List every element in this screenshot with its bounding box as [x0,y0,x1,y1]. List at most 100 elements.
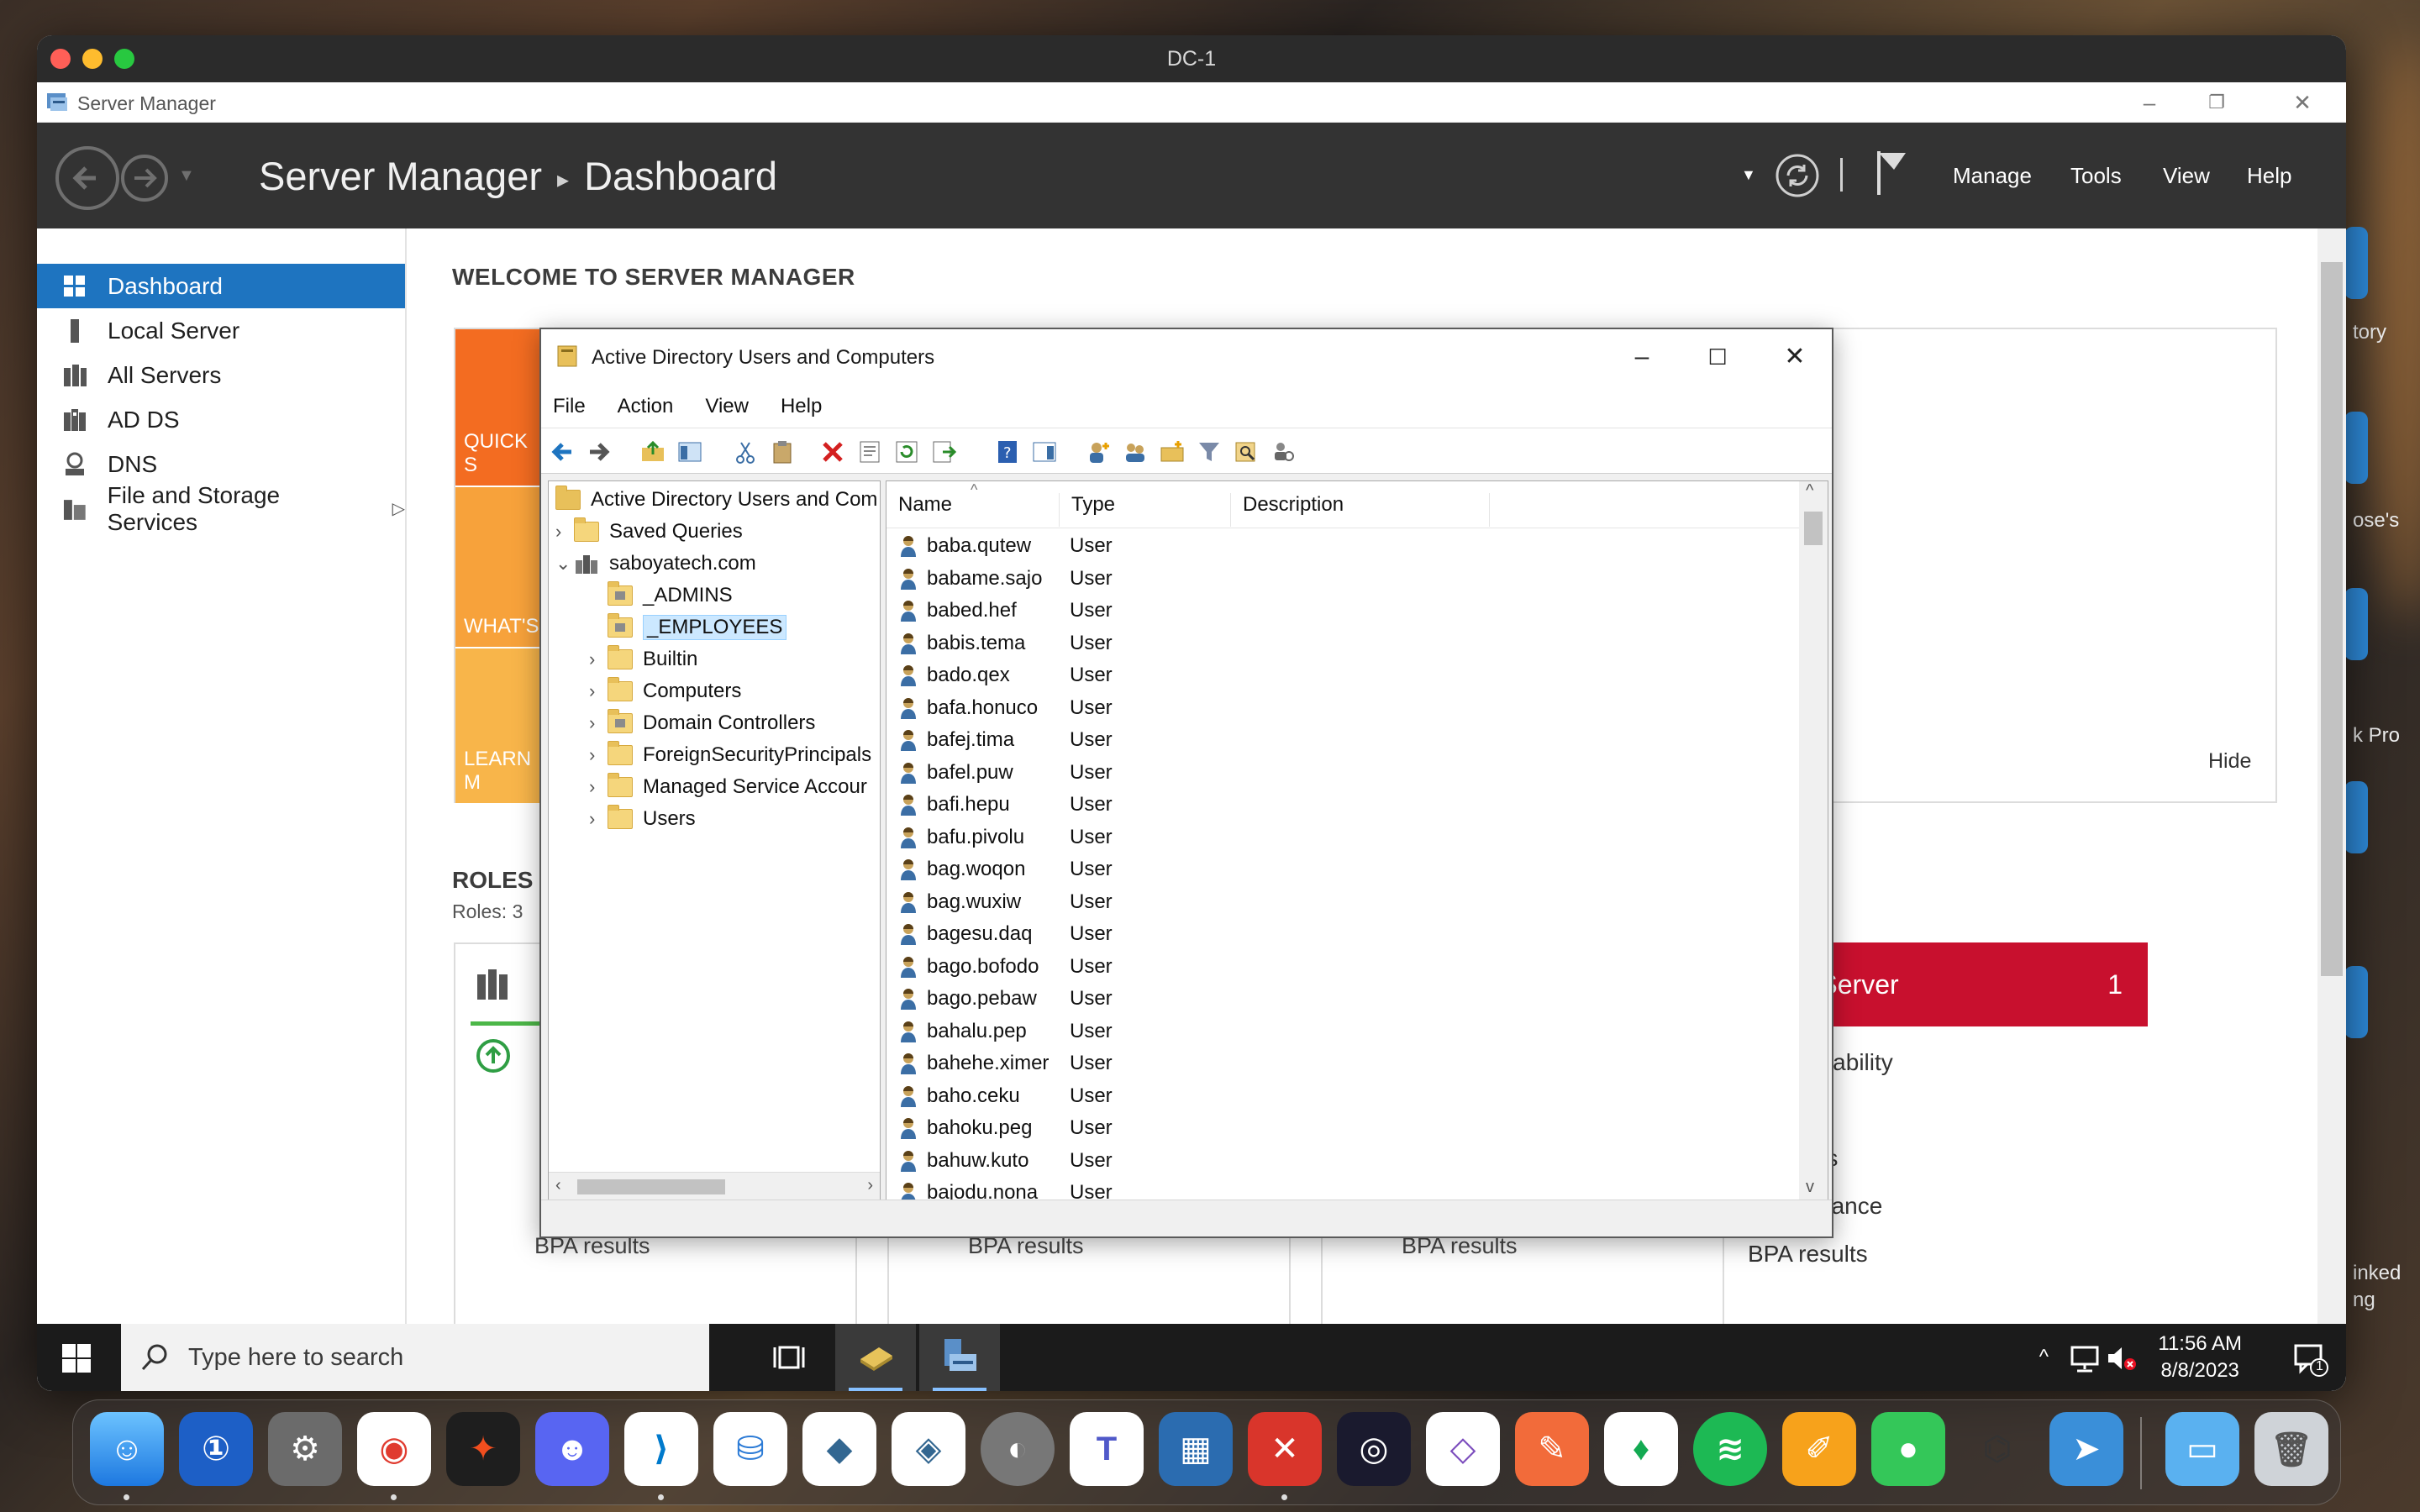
properties-icon[interactable] [857,439,882,465]
show-action-pane-icon[interactable] [1032,439,1057,465]
pages-icon[interactable]: ✐ [1782,1412,1856,1486]
chrome-icon[interactable]: ◉ [357,1412,431,1486]
new-group-icon[interactable] [1123,439,1148,465]
postgres-icon[interactable]: ◆ [802,1412,876,1486]
table-row[interactable]: babis.tema User [886,627,1238,659]
menu-view[interactable]: View [705,395,749,418]
chevron-right-icon[interactable]: › [589,680,608,702]
menu-help[interactable]: Help [781,395,822,418]
remote-desktop-icon[interactable]: ✕ [1248,1412,1322,1486]
chevron-right-icon[interactable]: › [589,776,608,798]
show-console-tree-icon[interactable] [677,439,702,465]
action-center-button[interactable]: 1 [2292,1341,2329,1378]
whats-new-tile[interactable]: WHAT'S [455,487,539,647]
tree-item-saved-queries[interactable]: › Saved Queries [555,517,743,547]
swift-app-icon[interactable]: ➤ [2049,1412,2123,1486]
list-vertical-scrollbar[interactable]: ^ v [1799,481,1828,1200]
sm-restore-button[interactable]: ❐ [2191,87,2242,118]
cut-icon[interactable] [733,439,758,465]
menu-help[interactable]: Help [2247,163,2291,189]
notifications-flag-icon[interactable] [1874,148,1911,198]
sidebar-item-dashboard[interactable]: Dashboard [37,264,405,308]
sm-close-button[interactable]: ✕ [2277,87,2328,118]
filter-icon[interactable] [1197,439,1222,465]
pgadmin-icon[interactable]: ◈ [892,1412,965,1486]
add-to-group-icon[interactable] [1270,439,1296,465]
tree-item-domain[interactable]: ⌄ saboyatech.com [555,549,756,579]
delete-icon[interactable] [820,439,845,465]
aduc-maximize-button[interactable]: ☐ [1684,338,1751,376]
table-row[interactable]: bahuw.kuto User [886,1145,1238,1177]
scroll-down-arrow-icon[interactable]: v [1806,1178,1814,1197]
taskbar-server-manager-app[interactable] [919,1324,1000,1391]
tree-item-admins[interactable]: _ADMINS [589,580,733,611]
breadcrumb-root[interactable]: Server Manager [259,154,542,198]
teams-icon[interactable]: T [1070,1412,1144,1486]
aduc-close-button[interactable]: ✕ [1761,338,1828,376]
tree-item-foreign-security-principals[interactable]: › ForeignSecurityPrincipals [589,740,871,770]
table-row[interactable]: bago.bofodo User [886,951,1238,983]
obs-icon[interactable]: ◎ [1337,1412,1411,1486]
show-hidden-icons-chevron-icon[interactable]: ^ [2039,1346,2049,1369]
tree-item-domain-controllers[interactable]: › Domain Controllers [589,708,815,738]
chevron-right-icon[interactable]: › [589,648,608,670]
table-row[interactable]: baba.qutew User [886,530,1238,562]
table-row[interactable]: bagesu.daq User [886,918,1238,950]
messages-icon[interactable]: ● [1871,1412,1945,1486]
table-row[interactable]: bafi.hepu User [886,789,1238,821]
refresh-icon[interactable] [894,439,919,465]
menu-file[interactable]: File [553,395,586,418]
ssh-tunnel-app-icon[interactable]: ⌬ [1960,1412,2034,1486]
task-view-button[interactable] [748,1324,829,1391]
column-header-description[interactable]: Description [1231,493,1490,527]
table-row[interactable]: bado.qex User [886,659,1238,691]
taskbar-clock[interactable]: 11:56 AM 8/8/2023 [2158,1331,2242,1384]
table-row[interactable]: baho.ceku User [886,1080,1238,1112]
table-row[interactable]: bag.woqon User [886,853,1238,885]
sidebar-item-local-server[interactable]: Local Server [37,308,405,353]
network-icon[interactable] [2069,1344,2101,1373]
sidebar-item-ad-ds[interactable]: AD DS [37,397,405,442]
pencil-app-icon[interactable]: ✎ [1515,1412,1589,1486]
find-icon[interactable] [1234,439,1259,465]
table-row[interactable]: bafa.honuco User [886,692,1238,724]
forward-arrow-icon[interactable] [587,439,612,465]
volume-muted-icon[interactable] [2106,1344,2138,1373]
quick-start-tile[interactable]: QUICK S [455,329,539,486]
menu-action[interactable]: Action [618,395,674,418]
table-row[interactable]: bahalu.pep User [886,1016,1238,1047]
scroll-thumb[interactable] [2321,262,2343,976]
scroll-thumb[interactable] [1804,512,1823,545]
azure-data-studio-icon[interactable]: ⛁ [713,1412,787,1486]
taskbar-aduc-app[interactable] [835,1324,916,1391]
table-row[interactable]: bahehe.ximer User [886,1047,1238,1079]
chevron-down-icon[interactable]: ⌄ [555,553,574,575]
visual-studio-icon[interactable]: ◇ [1426,1412,1500,1486]
aduc-minimize-button[interactable]: – [1608,338,1676,376]
table-row[interactable]: babame.sajo User [886,563,1238,595]
table-row[interactable]: bafel.puw User [886,757,1238,789]
table-row[interactable]: bafej.tima User [886,724,1238,756]
trash-icon[interactable]: 🗑 [2254,1412,2328,1486]
paste-icon[interactable] [770,439,795,465]
scroll-left-arrow-icon[interactable]: ‹ [555,1176,561,1195]
chevron-right-icon[interactable]: › [589,712,608,734]
scroll-thumb[interactable] [577,1179,725,1194]
tree-item-users[interactable]: › Users [589,804,696,834]
scroll-up-arrow-icon[interactable]: ^ [1806,481,1813,501]
chevron-right-icon[interactable]: › [589,744,608,766]
menu-manage[interactable]: Manage [1953,163,2032,189]
column-header-type[interactable]: Type [1060,493,1231,527]
forward-button[interactable] [121,155,168,202]
downloads-folder-icon[interactable]: ▭ [2165,1412,2239,1486]
sm-minimize-button[interactable]: – [2124,87,2175,118]
new-user-icon[interactable] [1086,439,1111,465]
sidebar-item-file-storage[interactable]: File and Storage Services ▷ [37,482,405,535]
new-ou-icon[interactable] [1160,439,1185,465]
menu-tools[interactable]: Tools [2070,163,2122,189]
refresh-dropdown-icon[interactable]: ▼ [1741,166,1756,184]
menu-view[interactable]: View [2163,163,2210,189]
tree-root[interactable]: Active Directory Users and Com [555,485,877,515]
up-folder-icon[interactable] [640,439,666,465]
chevron-right-icon[interactable]: › [555,521,574,543]
